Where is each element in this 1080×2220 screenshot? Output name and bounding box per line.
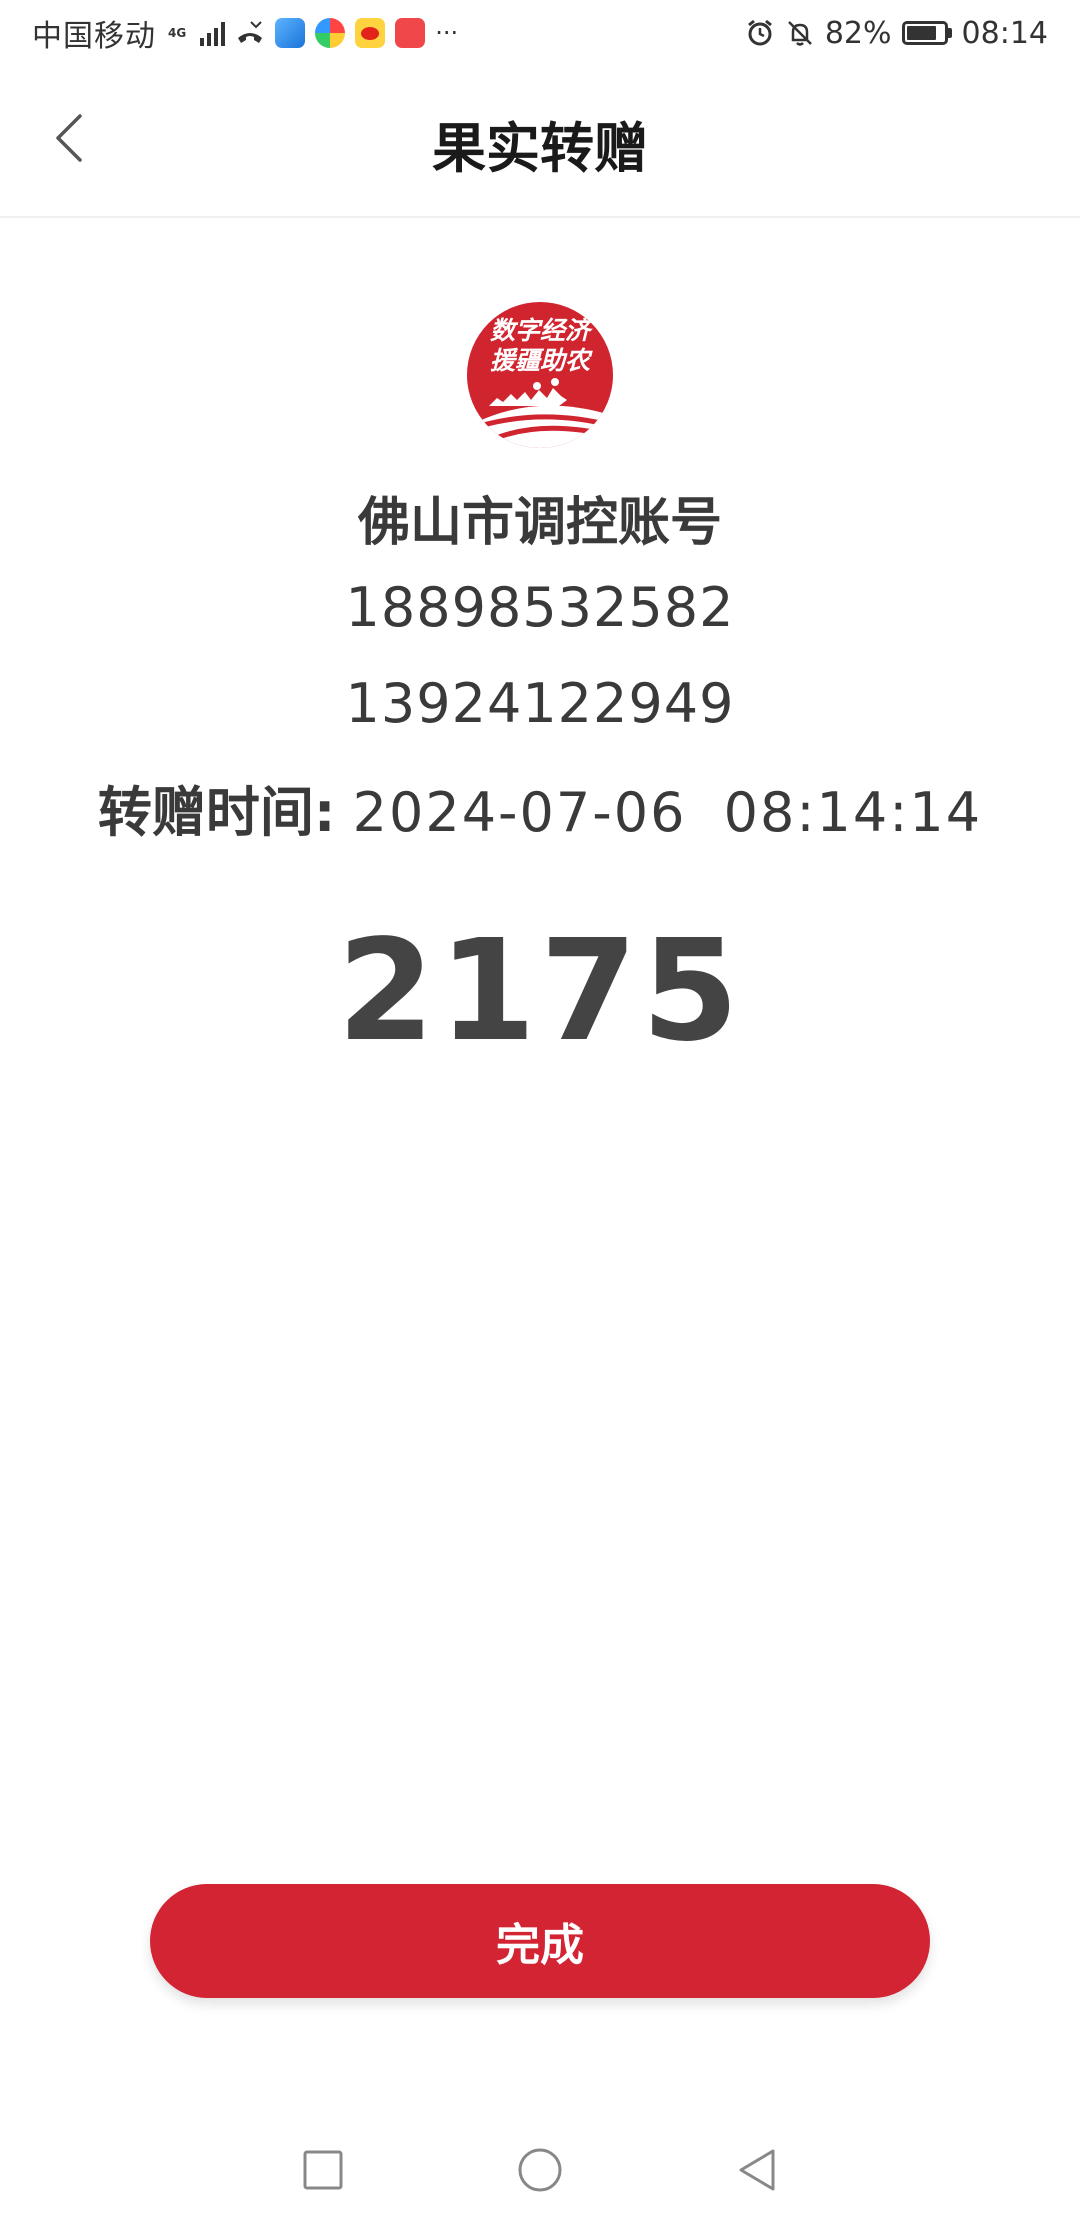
app-icon — [275, 18, 306, 48]
status-right: 82% 08:14 — [745, 16, 1048, 51]
transfer-time-label: 转赠时间: — [97, 781, 336, 844]
status-bar: 中国移动 4G ··· 82% 08:14 — [0, 0, 1080, 66]
alarm-icon — [747, 19, 772, 46]
transfer-time: 转赠时间: 2024-07-06 08:14:14 — [0, 768, 1080, 847]
square-icon — [303, 2150, 343, 2190]
page-title: 果实转赠 — [432, 117, 648, 180]
sender-phone: 18898532582 — [345, 576, 735, 639]
caravan-road-icon — [467, 378, 613, 448]
triangle-back-icon — [739, 2149, 775, 2191]
weibo-icon — [355, 18, 386, 48]
system-back-button[interactable] — [727, 2140, 787, 2200]
logo: 数字经济 援疆助农 — [467, 302, 613, 448]
nav-header: 果实转赠 — [0, 66, 1080, 218]
transfer-amount: 2175 — [337, 910, 743, 1073]
signal-icon — [200, 20, 226, 46]
battery-icon — [901, 21, 952, 45]
network-type: 4G — [168, 26, 187, 40]
recent-apps-button[interactable] — [293, 2140, 353, 2200]
home-button[interactable] — [510, 2140, 570, 2200]
app-icon — [395, 18, 426, 48]
status-left: 中国移动 4G ··· — [32, 11, 458, 55]
clock: 08:14 — [961, 15, 1048, 51]
more-notifications: ··· — [435, 19, 459, 47]
carrier-name: 中国移动 — [32, 19, 156, 54]
screen: 中国移动 4G ··· 82% 08:14 果实转赠 数字经济 援疆助农 佛山市… — [0, 0, 1080, 2220]
transfer-time-value: 2024-07-06 08:14:14 — [352, 781, 983, 844]
app-icon — [315, 18, 346, 48]
done-button[interactable]: 完成 — [150, 1884, 930, 1998]
mute-icon — [787, 21, 812, 46]
missed-call-icon — [238, 21, 263, 43]
receiver-phone: 13924122949 — [345, 672, 735, 735]
navigation-bar — [0, 2120, 1080, 2220]
account-name: 佛山市调控账号 — [357, 493, 722, 553]
circle-icon — [518, 2148, 562, 2192]
battery-percent: 82% — [824, 15, 892, 51]
